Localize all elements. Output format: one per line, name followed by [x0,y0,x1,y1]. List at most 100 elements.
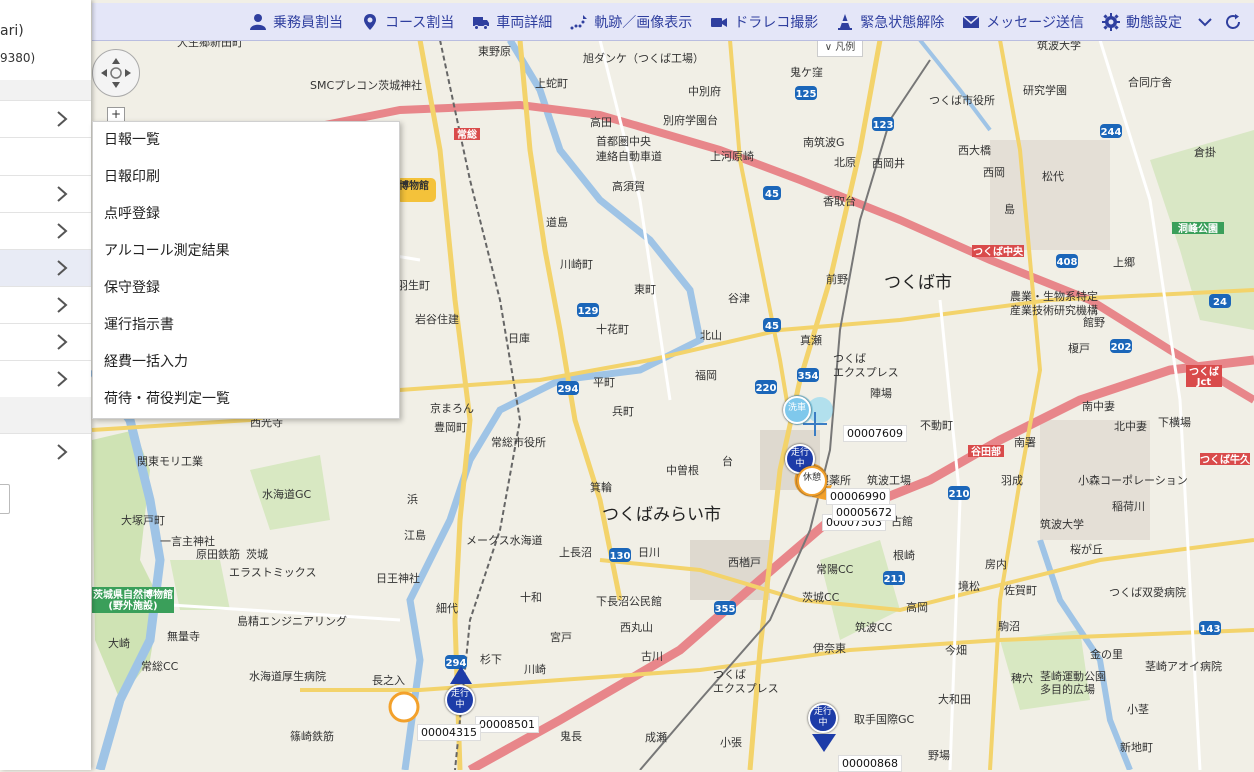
vehicle-marker-moving[interactable]: 走行中 [445,685,475,715]
assign-course-button[interactable]: コース割当 [361,12,454,32]
sidebar-divider [0,80,91,100]
sidebar-item[interactable] [0,100,91,137]
sidebar-item[interactable] [0,286,91,323]
svg-text:つくば牛久: つくば牛久 [1200,453,1251,466]
refresh-button[interactable] [1224,13,1248,31]
vehicle-marker-moving[interactable]: 走行中 [808,703,838,733]
menu-item-daily-report-print[interactable]: 日報印刷 [93,159,399,196]
svg-text:211: 211 [884,574,905,585]
svg-text:稲荷川: 稲荷川 [1112,500,1145,513]
svg-text:129: 129 [578,306,599,317]
menu-item-alcohol-results[interactable]: アルコール測定結果 [93,233,399,270]
refresh-icon [1224,13,1242,31]
menu-item-bulk-expense[interactable]: 経費一括入力 [93,344,399,381]
vehicle-id-label[interactable]: 00006990 [826,488,890,505]
svg-text:松代: 松代 [1042,169,1064,183]
svg-text:兵町: 兵町 [612,405,634,418]
svg-text:長之入: 長之入 [372,673,405,687]
svg-text:博物館: 博物館 [399,179,429,192]
vehicle-marker-wash[interactable]: 洗車 [783,396,811,424]
svg-text:上郷: 上郷 [1113,255,1135,269]
svg-text:408: 408 [1057,257,1078,268]
vehicle-id-label[interactable]: 00004315 [417,724,481,741]
vehicle-id-label[interactable]: 00008501 [475,716,539,733]
svg-text:エクスプレス: エクスプレス [713,682,779,695]
sidebar-item[interactable] [0,433,91,470]
svg-text:常総市役所: 常総市役所 [491,435,546,449]
menu-item-daily-report-list[interactable]: 日報一覧 [93,122,399,159]
svg-text:つくば市役所: つくば市役所 [929,93,995,107]
menu-item-operation-instructions[interactable]: 運行指示書 [93,307,399,344]
svg-text:金の里: 金の里 [1090,647,1123,661]
svg-text:農業・生物系特定: 農業・生物系特定 [1010,289,1098,303]
send-message-button[interactable]: メッセージ送信 [962,12,1084,32]
svg-text:東野原: 東野原 [478,45,511,58]
vehicle-marker-rest[interactable]: 休憩 [797,466,827,496]
svg-text:354: 354 [798,371,819,382]
map-pin-icon [361,13,379,31]
assign-driver-button[interactable]: 乗務員割当 [249,12,343,32]
map-pan-control[interactable] [92,49,140,97]
svg-text:浜: 浜 [407,493,418,506]
vehicle-id-label[interactable]: 00007609 [843,425,907,442]
svg-text:西岡井: 西岡井 [872,156,905,170]
svg-text:道島: 道島 [546,215,568,229]
svg-text:東町: 東町 [634,283,656,296]
sidebar-item[interactable] [0,212,91,249]
svg-text:境松: 境松 [958,579,980,593]
svg-text:宮戸: 宮戸 [550,630,572,644]
svg-text:西大橋: 西大橋 [958,143,991,157]
vehicle-id-label[interactable]: 00000868 [838,755,902,772]
sidebar-item[interactable] [0,137,91,174]
svg-text:小森コーポレーション: 小森コーポレーション [1078,473,1188,487]
svg-text:京まろん: 京まろん [430,401,474,415]
svg-text:陣場: 陣場 [870,387,892,400]
svg-text:高岡: 高岡 [906,600,928,614]
svg-text:別府学園台: 別府学園台 [663,113,718,127]
sidebar-item[interactable] [0,323,91,360]
track-icon [570,13,588,31]
menu-item-waiting-judgement[interactable]: 荷待・荷役判定一覧 [93,381,399,418]
svg-text:鬼ケ窪: 鬼ケ窪 [790,65,823,79]
menu-item-roll-call[interactable]: 点呼登録 [93,196,399,233]
svg-text:平町: 平町 [593,376,615,389]
dynamic-settings-button[interactable]: 動態設定 [1102,12,1182,32]
collapse-toolbar-button[interactable] [1196,13,1220,31]
chevron-right-icon [57,223,68,239]
svg-text:130: 130 [610,551,631,562]
svg-text:谷津: 谷津 [728,292,750,305]
truck-icon [472,13,490,31]
chevron-right-icon [57,371,68,387]
svg-text:杉下: 杉下 [480,652,502,666]
sidebar-input[interactable] [0,484,10,514]
user-id-fragment: 9380) [0,51,36,65]
chevron-right-icon [57,297,68,313]
sidebar-item-selected[interactable] [0,249,91,286]
warning-cone-icon [836,13,854,31]
svg-text:成瀬: 成瀬 [645,730,667,744]
vehicle-detail-button[interactable]: 車両詳細 [472,12,552,32]
clear-emergency-button[interactable]: 緊急状態解除 [836,12,944,32]
svg-text:日庫: 日庫 [508,331,530,345]
envelope-icon [962,13,980,31]
dashcam-capture-button[interactable]: ドラレコ撮影 [710,12,818,32]
sidebar-item[interactable] [0,360,91,397]
sidebar-item[interactable] [0,175,91,212]
vehicle-id-label[interactable]: 00005672 [832,504,896,521]
vehicle-status: 走行中 [813,707,832,728]
svg-text:北中妻: 北中妻 [1114,420,1147,433]
svg-text:小張: 小張 [720,736,742,749]
svg-text:取手国際GC: 取手国際GC [854,712,915,726]
chevron-right-icon [57,260,68,276]
svg-text:桜が丘: 桜が丘 [1070,542,1103,556]
legend-toggle[interactable]: ∨ 凡例 [817,41,863,57]
menu-item-maintenance[interactable]: 保守登録 [93,270,399,307]
svg-text:谷田部: 谷田部 [971,445,1001,458]
svg-text:つくば: つくば [713,668,746,681]
track-image-button[interactable]: 軌跡／画像表示 [570,12,692,32]
svg-text:北原: 北原 [834,156,856,169]
svg-text:大塚戸町: 大塚戸町 [121,513,165,527]
svg-text:川崎: 川崎 [524,662,546,676]
svg-text:(野外施設): (野外施設) [108,599,157,612]
svg-text:鬼長: 鬼長 [560,729,582,743]
